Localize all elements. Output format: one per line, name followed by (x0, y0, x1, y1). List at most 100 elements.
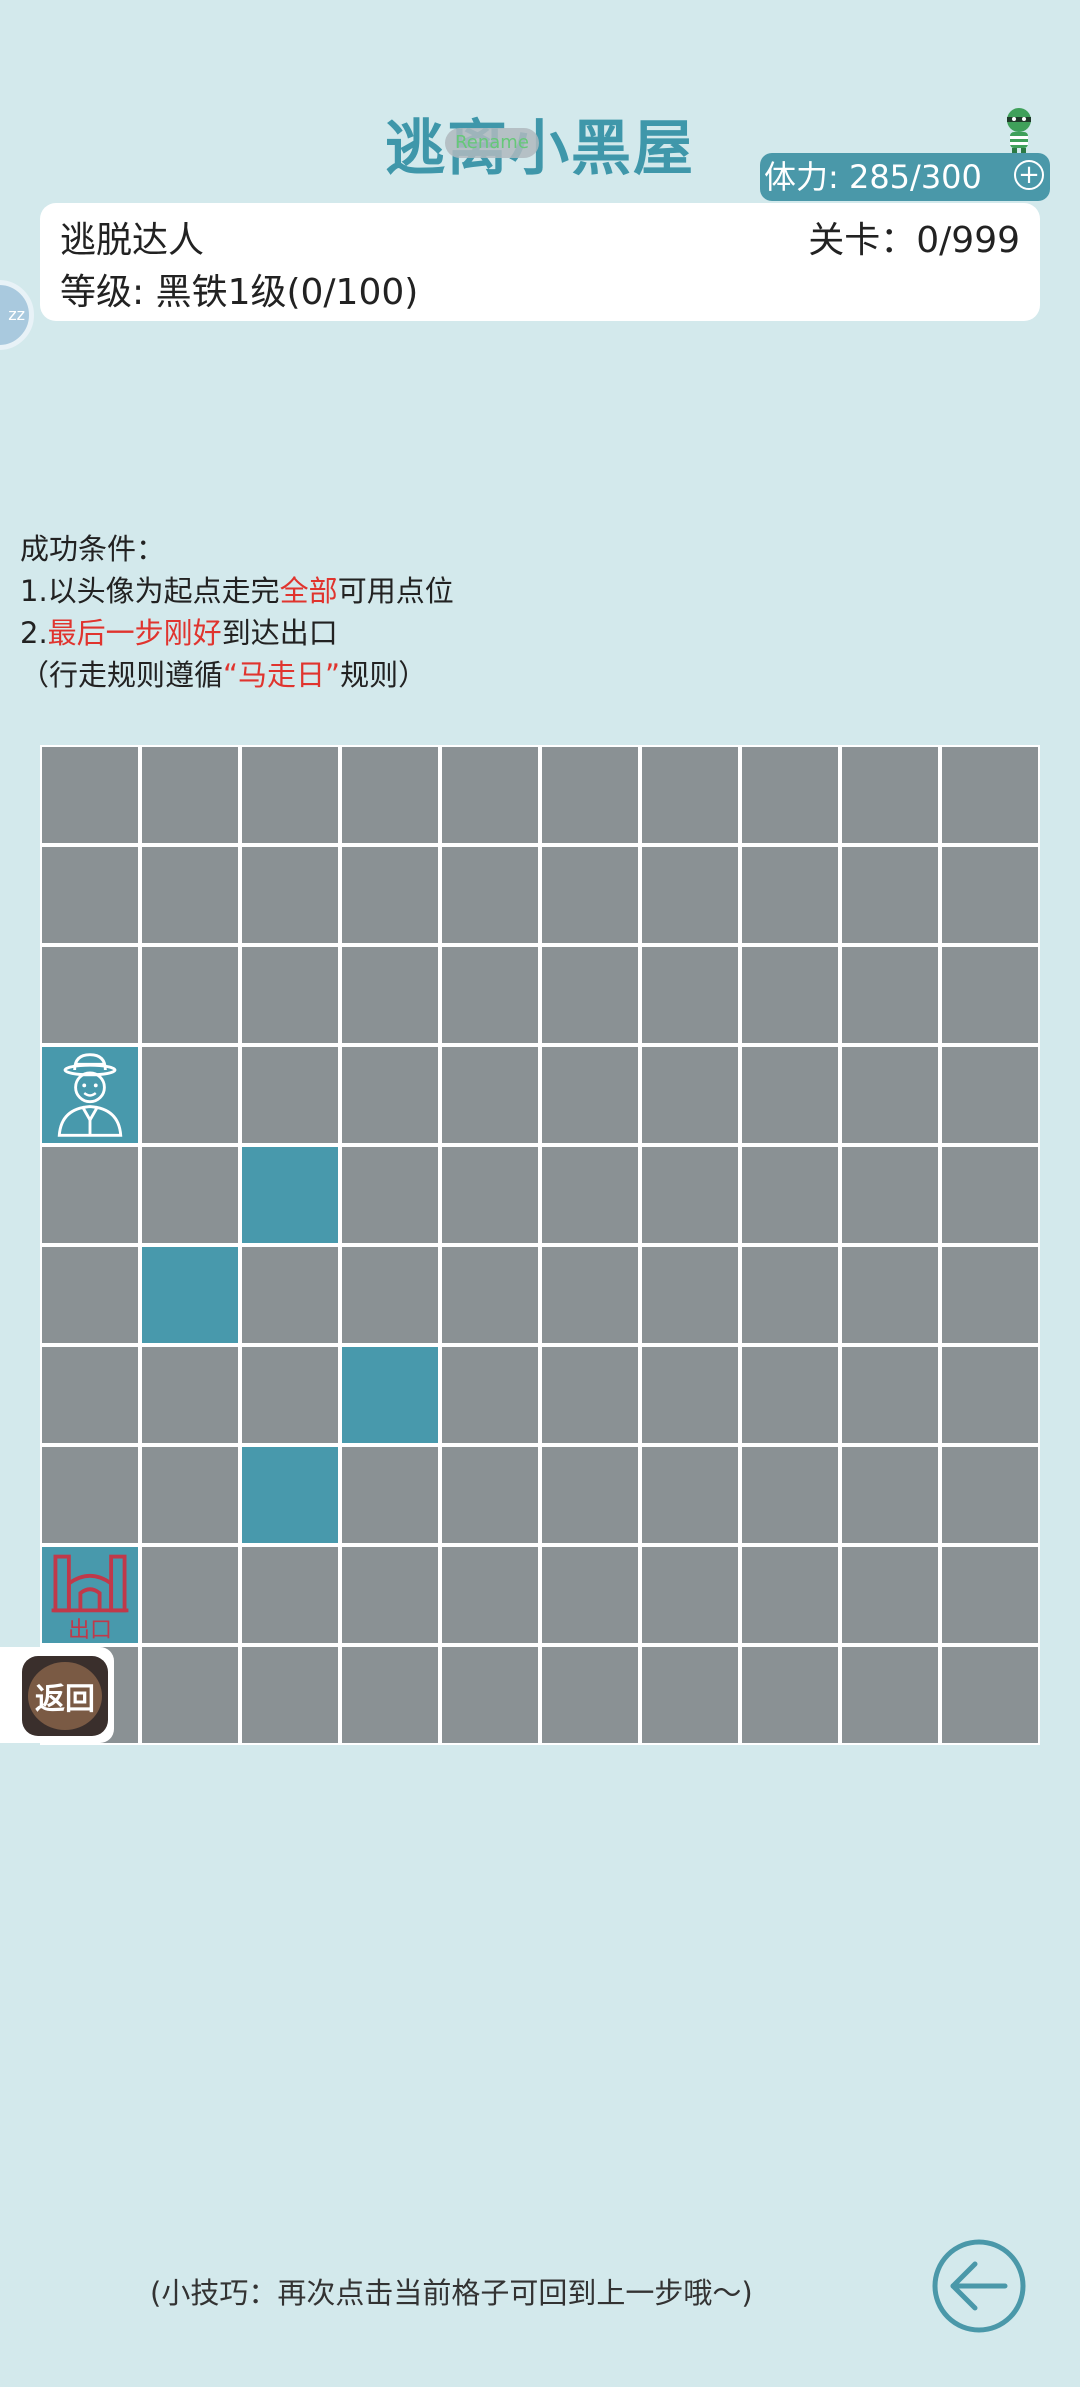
blocked-cell[interactable] (442, 1547, 538, 1643)
blocked-cell[interactable] (642, 1047, 738, 1143)
blocked-cell[interactable] (442, 1347, 538, 1443)
blocked-cell[interactable] (642, 1247, 738, 1343)
blocked-cell[interactable] (842, 1447, 938, 1543)
blocked-cell[interactable] (542, 1647, 638, 1743)
blocked-cell[interactable] (142, 1547, 238, 1643)
blocked-cell[interactable] (942, 1647, 1038, 1743)
blocked-cell[interactable] (242, 1647, 338, 1743)
blocked-cell[interactable] (242, 1247, 338, 1343)
blocked-cell[interactable] (342, 847, 438, 943)
blocked-cell[interactable] (242, 1047, 338, 1143)
blocked-cell[interactable] (942, 1547, 1038, 1643)
blocked-cell[interactable] (942, 747, 1038, 843)
floating-assist-button[interactable]: zz (0, 280, 34, 350)
blocked-cell[interactable] (142, 1347, 238, 1443)
blocked-cell[interactable] (42, 1447, 138, 1543)
blocked-cell[interactable] (142, 1447, 238, 1543)
blocked-cell[interactable] (542, 1447, 638, 1543)
blocked-cell[interactable] (842, 1047, 938, 1143)
blocked-cell[interactable] (342, 947, 438, 1043)
blocked-cell[interactable] (42, 1247, 138, 1343)
blocked-cell[interactable] (542, 947, 638, 1043)
blocked-cell[interactable] (342, 1647, 438, 1743)
blocked-cell[interactable] (642, 947, 738, 1043)
blocked-cell[interactable] (242, 1347, 338, 1443)
blocked-cell[interactable] (842, 747, 938, 843)
blocked-cell[interactable] (642, 1647, 738, 1743)
blocked-cell[interactable] (942, 1247, 1038, 1343)
blocked-cell[interactable] (742, 1247, 838, 1343)
back-button[interactable]: 返回 (0, 1647, 114, 1743)
back-button-face[interactable]: 返回 (22, 1656, 108, 1736)
blocked-cell[interactable] (342, 1447, 438, 1543)
blocked-cell[interactable] (742, 1147, 838, 1243)
blocked-cell[interactable] (342, 1147, 438, 1243)
blocked-cell[interactable] (242, 847, 338, 943)
blocked-cell[interactable] (542, 1547, 638, 1643)
blocked-cell[interactable] (542, 1047, 638, 1143)
blocked-cell[interactable] (642, 1147, 738, 1243)
blocked-cell[interactable] (542, 747, 638, 843)
blocked-cell[interactable] (842, 1147, 938, 1243)
blocked-cell[interactable] (342, 747, 438, 843)
blocked-cell[interactable] (142, 947, 238, 1043)
blocked-cell[interactable] (542, 847, 638, 943)
blocked-cell[interactable] (142, 747, 238, 843)
blocked-cell[interactable] (242, 947, 338, 1043)
blocked-cell[interactable] (42, 847, 138, 943)
blocked-cell[interactable] (442, 947, 538, 1043)
blocked-cell[interactable] (442, 747, 538, 843)
blocked-cell[interactable] (742, 1447, 838, 1543)
undo-arrow-icon[interactable] (931, 2238, 1027, 2334)
blocked-cell[interactable] (942, 1447, 1038, 1543)
blocked-cell[interactable] (42, 747, 138, 843)
blocked-cell[interactable] (642, 847, 738, 943)
blocked-cell[interactable] (742, 1647, 838, 1743)
blocked-cell[interactable] (242, 1547, 338, 1643)
blocked-cell[interactable] (842, 847, 938, 943)
start-cell[interactable] (42, 1047, 138, 1143)
blocked-cell[interactable] (142, 1647, 238, 1743)
blocked-cell[interactable] (842, 1247, 938, 1343)
blocked-cell[interactable] (742, 947, 838, 1043)
blocked-cell[interactable] (842, 1547, 938, 1643)
blocked-cell[interactable] (742, 1047, 838, 1143)
blocked-cell[interactable] (742, 1347, 838, 1443)
blocked-cell[interactable] (642, 1447, 738, 1543)
blocked-cell[interactable] (142, 847, 238, 943)
blocked-cell[interactable] (542, 1347, 638, 1443)
available-cell[interactable] (242, 1147, 338, 1243)
blocked-cell[interactable] (542, 1247, 638, 1343)
blocked-cell[interactable] (742, 747, 838, 843)
blocked-cell[interactable] (642, 1547, 738, 1643)
blocked-cell[interactable] (142, 1047, 238, 1143)
exit-cell[interactable]: 出口 (42, 1547, 138, 1643)
blocked-cell[interactable] (442, 1147, 538, 1243)
blocked-cell[interactable] (642, 747, 738, 843)
blocked-cell[interactable] (942, 847, 1038, 943)
available-cell[interactable] (242, 1447, 338, 1543)
available-cell[interactable] (342, 1347, 438, 1443)
blocked-cell[interactable] (342, 1547, 438, 1643)
blocked-cell[interactable] (842, 1347, 938, 1443)
blocked-cell[interactable] (542, 1147, 638, 1243)
plus-circle-icon[interactable]: + (1014, 160, 1044, 190)
blocked-cell[interactable] (442, 1647, 538, 1743)
blocked-cell[interactable] (442, 847, 538, 943)
blocked-cell[interactable] (42, 1347, 138, 1443)
blocked-cell[interactable] (942, 947, 1038, 1043)
blocked-cell[interactable] (242, 747, 338, 843)
blocked-cell[interactable] (942, 1347, 1038, 1443)
blocked-cell[interactable] (642, 1347, 738, 1443)
blocked-cell[interactable] (42, 947, 138, 1043)
blocked-cell[interactable] (442, 1247, 538, 1343)
blocked-cell[interactable] (442, 1047, 538, 1143)
blocked-cell[interactable] (342, 1047, 438, 1143)
blocked-cell[interactable] (342, 1247, 438, 1343)
blocked-cell[interactable] (842, 947, 938, 1043)
blocked-cell[interactable] (442, 1447, 538, 1543)
blocked-cell[interactable] (942, 1147, 1038, 1243)
blocked-cell[interactable] (942, 1047, 1038, 1143)
available-cell[interactable] (142, 1247, 238, 1343)
blocked-cell[interactable] (142, 1147, 238, 1243)
